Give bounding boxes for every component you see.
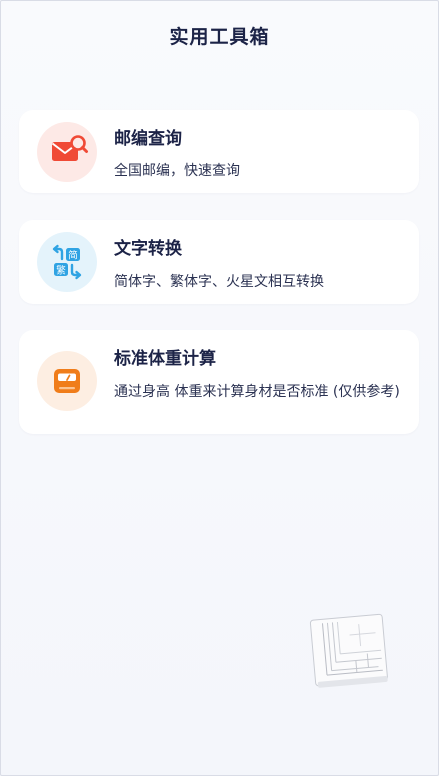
tool-card-weight-calc[interactable]: 标准体重计算 通过身高 体重来计算身材是否标准 (仅供参考) xyxy=(19,330,419,434)
mail-search-icon xyxy=(37,122,97,182)
tool-card-postal-code[interactable]: 邮编查询 全国邮编，快速查询 xyxy=(19,110,419,193)
tool-title: 文字转换 xyxy=(114,239,182,259)
simplified-label: 简 xyxy=(68,250,78,262)
tool-title: 标准体重计算 xyxy=(114,349,216,369)
text-convert-icon: 简 繁 xyxy=(37,232,97,292)
traditional-label: 繁 xyxy=(56,265,66,277)
page-title: 实用工具箱 xyxy=(169,26,270,48)
tool-description: 通过身高 体重来计算身材是否标准 (仅供参考) xyxy=(114,384,400,400)
tool-description: 全国邮编，快速查询 xyxy=(114,163,240,179)
floating-action-widget[interactable] xyxy=(308,612,392,691)
tool-card-text-convert[interactable]: 简 繁 文字转换 简体字、繁体字、火星文相互转换 xyxy=(19,220,419,304)
scale-icon xyxy=(37,351,97,411)
layout-grid-icon xyxy=(309,613,388,688)
tool-description: 简体字、繁体字、火星文相互转换 xyxy=(114,274,324,290)
tool-title: 邮编查询 xyxy=(114,129,182,149)
